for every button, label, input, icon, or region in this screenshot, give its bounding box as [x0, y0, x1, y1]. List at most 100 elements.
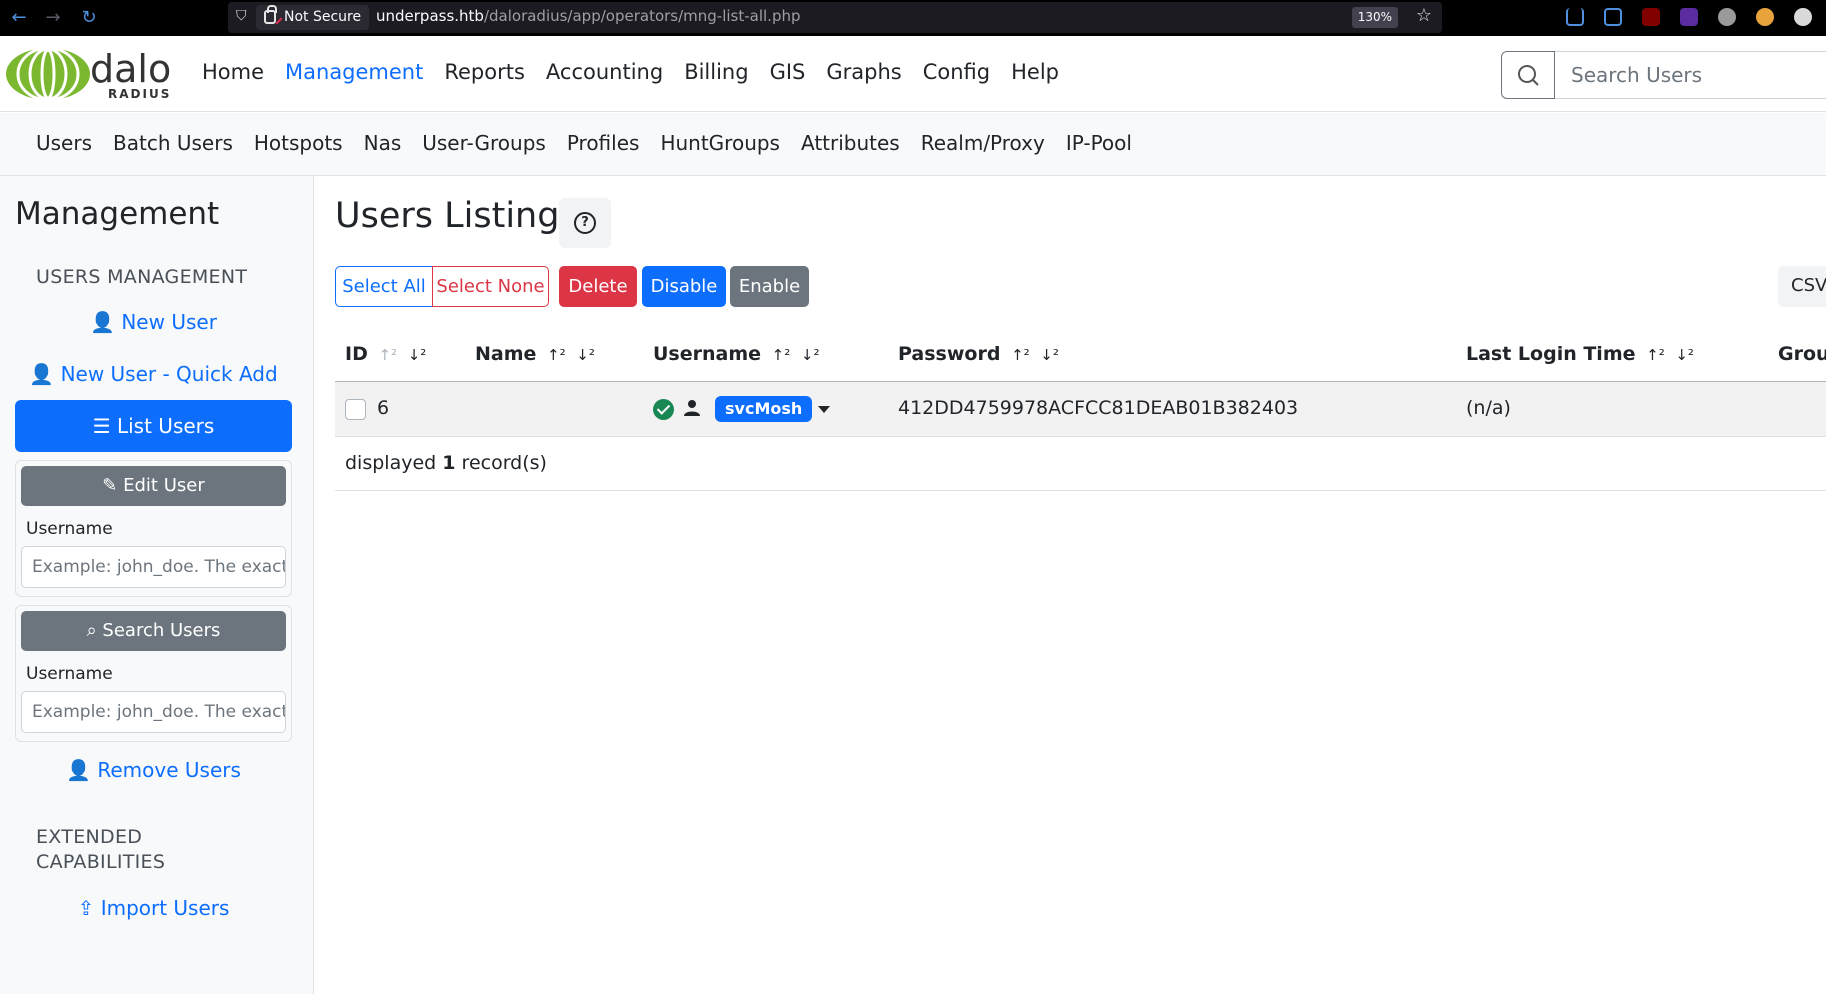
bookmark-star-icon[interactable]: ☆ [1416, 5, 1432, 26]
record-count: displayed 1 record(s) [345, 452, 547, 474]
section-users-management: USERS MANAGEMENT [36, 266, 248, 288]
nav-management[interactable]: Management [285, 60, 423, 84]
delete-button[interactable]: Delete [559, 266, 637, 307]
row-checkbox[interactable] [345, 399, 366, 420]
edit-user-panel: ✎ Edit User Username [15, 460, 292, 597]
question-circle-icon: ? [574, 212, 596, 234]
disable-button[interactable]: Disable [642, 266, 726, 307]
username-badge[interactable]: svcMosh [715, 396, 813, 422]
reload-icon[interactable]: ↻ [76, 5, 102, 31]
header-search [1501, 51, 1826, 99]
sidebar: Management USERS MANAGEMENT 👤 New User 👤… [0, 176, 314, 994]
security-label: Not Secure [284, 9, 362, 25]
zoom-level[interactable]: 130% [1351, 7, 1398, 28]
nav-reports[interactable]: Reports [444, 60, 525, 84]
table-row: 6 svcMosh 412DD4759978ACFCC81DEAB01B3824… [335, 382, 1826, 437]
search-button[interactable] [1501, 51, 1555, 99]
subnav-nas[interactable]: Nas [364, 131, 402, 155]
sort-desc-icon[interactable]: ↓² [1675, 346, 1694, 364]
url-text: underpass.htb/daloradius/app/operators/m… [376, 7, 801, 25]
sort-desc-icon[interactable]: ↓² [408, 346, 427, 364]
nav-home[interactable]: Home [202, 60, 264, 84]
nav-graphs[interactable]: Graphs [826, 60, 901, 84]
search-icon [1518, 65, 1539, 86]
downloads-icon[interactable] [1566, 8, 1584, 26]
column-last-login: Last Login Time ↑² ↓² [1466, 343, 1694, 365]
list-users-button[interactable]: ☰ List Users [15, 400, 292, 452]
edit-username-label: Username [26, 519, 113, 539]
select-none-button[interactable]: Select None [432, 266, 549, 307]
user-remove-icon: 👤 [66, 758, 91, 782]
edit-username-input[interactable] [21, 546, 286, 588]
top-navbar: dalo RADIUS Home Management Reports Acco… [0, 36, 1826, 112]
user-edit-icon: ✎ [102, 475, 118, 496]
ublock-icon[interactable] [1642, 8, 1660, 26]
sort-asc-icon[interactable]: ↑² [1011, 346, 1030, 364]
remove-users-link[interactable]: 👤 Remove Users [15, 758, 292, 782]
subnav-attributes[interactable]: Attributes [801, 131, 900, 155]
nav-billing[interactable]: Billing [684, 60, 748, 84]
cell-password: 412DD4759978ACFCC81DEAB01B382403 [898, 397, 1299, 419]
subnav-hotspots[interactable]: Hotspots [254, 131, 343, 155]
sort-desc-icon[interactable]: ↓² [801, 346, 820, 364]
search-username-label: Username [26, 664, 113, 684]
extensions-icon[interactable] [1604, 8, 1622, 26]
puzzle-extension-icon[interactable] [1718, 8, 1736, 26]
subnav-ip-pool[interactable]: IP-Pool [1066, 131, 1132, 155]
address-bar[interactable]: ⛉ Not Secure underpass.htb/daloradius/ap… [228, 2, 1442, 33]
extension-badge-icon[interactable] [1680, 8, 1698, 26]
edit-user-button[interactable]: ✎ Edit User [21, 466, 286, 506]
search-users-panel: ⌕ Search Users Username [15, 605, 292, 742]
search-users-button[interactable]: ⌕ Search Users [21, 611, 286, 651]
sort-desc-icon[interactable]: ↓² [1040, 346, 1059, 364]
security-indicator[interactable]: Not Secure [256, 5, 370, 30]
forward-arrow-icon[interactable]: → [40, 5, 66, 31]
subnav-users[interactable]: Users [36, 131, 92, 155]
table-header: ID ↑² ↓² Name ↑² ↓² Username ↑² ↓² Passw… [335, 328, 1826, 382]
user-plus-icon: 👤 [90, 310, 115, 334]
select-all-button[interactable]: Select All [335, 266, 433, 307]
column-id: ID ↑² ↓² [345, 343, 427, 365]
nav-config[interactable]: Config [923, 60, 990, 84]
csv-export-button[interactable]: CSV [1778, 266, 1826, 307]
new-user-link[interactable]: 👤 New User [15, 310, 292, 334]
search-username-input[interactable] [21, 691, 286, 733]
subnav-batch-users[interactable]: Batch Users [113, 131, 233, 155]
column-password: Password ↑² ↓² [898, 343, 1059, 365]
url-path: /daloradius/app/operators/mng-list-all.p… [483, 7, 801, 25]
sort-asc-icon[interactable]: ↑² [1646, 346, 1665, 364]
user-list-icon: ☰ [92, 414, 111, 438]
user-plus-icon: 👤 [29, 362, 55, 386]
caret-down-icon[interactable] [818, 406, 830, 413]
main-nav: Home Management Reports Accounting Billi… [202, 60, 1080, 84]
search-users-input[interactable] [1555, 51, 1826, 99]
sort-asc-icon[interactable]: ↑² [772, 346, 791, 364]
subnav-profiles[interactable]: Profiles [567, 131, 640, 155]
page-title: Users Listing [335, 196, 560, 236]
subnav-huntgroups[interactable]: HuntGroups [660, 131, 780, 155]
new-user-quick-add-link[interactable]: 👤 New User - Quick Add [15, 362, 292, 386]
back-arrow-icon[interactable]: ← [6, 5, 32, 31]
sort-asc-icon[interactable]: ↑² [378, 346, 397, 364]
daloradius-logo[interactable]: dalo RADIUS [4, 46, 184, 102]
nav-help[interactable]: Help [1011, 60, 1059, 84]
sort-desc-icon[interactable]: ↓² [576, 346, 595, 364]
enable-button[interactable]: Enable [730, 266, 809, 307]
search-icon: ⌕ [86, 620, 97, 641]
person-icon [684, 400, 700, 416]
nav-accounting[interactable]: Accounting [546, 60, 663, 84]
column-groups: Grou [1778, 343, 1826, 365]
help-button[interactable]: ? [559, 198, 611, 248]
sort-asc-icon[interactable]: ↑² [547, 346, 566, 364]
check-circle-icon [653, 399, 674, 420]
shield-icon: ⛉ [236, 8, 247, 24]
profile-avatar-icon[interactable] [1794, 8, 1812, 26]
column-name: Name ↑² ↓² [475, 343, 595, 365]
cookie-extension-icon[interactable] [1756, 8, 1774, 26]
browser-toolbar: ← → ↻ ⛉ Not Secure underpass.htb/dalorad… [0, 0, 1826, 36]
section-extended-1: EXTENDED [36, 826, 143, 848]
subnav-user-groups[interactable]: User-Groups [422, 131, 546, 155]
import-users-link[interactable]: ⇪ Import Users [15, 896, 292, 920]
nav-gis[interactable]: GIS [770, 60, 806, 84]
subnav-realm-proxy[interactable]: Realm/Proxy [921, 131, 1045, 155]
